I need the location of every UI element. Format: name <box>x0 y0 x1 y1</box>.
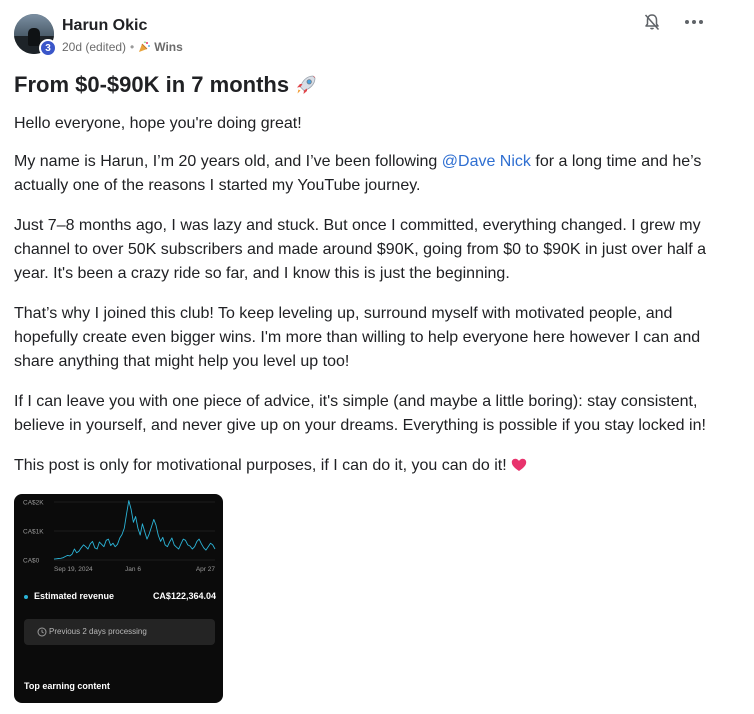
revenue-series-line <box>53 500 216 560</box>
y-tick-label: CA$1K <box>23 529 44 536</box>
post-title-text: From $0-$90K in 7 months <box>14 72 290 97</box>
revenue-value: CA$122,364.04 <box>152 591 216 601</box>
author-name[interactable]: Harun Okic <box>62 17 147 35</box>
x-tick-label: Apr 27 <box>196 566 216 573</box>
paragraph-advice: If I can leave you with one piece of adv… <box>14 393 706 434</box>
paragraph-closing: This post is only for motivational purpo… <box>14 454 726 478</box>
paragraph-club: That’s why I joined this club! To keep l… <box>14 305 701 370</box>
processing-note: Previous 2 days processing <box>49 627 147 636</box>
y-tick-label: CA$2K <box>23 500 44 507</box>
series-dot <box>24 595 28 599</box>
post-header: 3 Harun Okic 20d (edited) • Wins <box>14 14 734 58</box>
more-horizontal-icon[interactable] <box>682 12 706 32</box>
x-tick-label: Jan 6 <box>125 566 141 573</box>
post-title: From $0-$90K in 7 months <box>14 72 319 98</box>
paragraph-closing-text: This post is only for motivational purpo… <box>14 457 507 474</box>
post-card: 3 Harun Okic 20d (edited) • Wins From $0… <box>0 0 754 714</box>
clock-icon <box>37 627 47 637</box>
post-time: 20d (edited) <box>62 40 127 54</box>
revenue-label: Estimated revenue <box>34 591 115 601</box>
image-attachment[interactable]: CA$2K CA$1K CA$0 Sep 19, 2024 Jan 6 Apr 27 Es… <box>14 494 223 703</box>
bell-off-icon[interactable] <box>642 12 662 32</box>
level-badge: 3 <box>39 39 57 57</box>
rocket-icon <box>297 75 316 94</box>
paragraph-story: Just 7–8 months ago, I was lazy and stuc… <box>14 217 706 282</box>
estimated-revenue-row: Estimated revenue CA$122,364.04 <box>24 591 216 605</box>
meta-separator: • <box>130 40 135 54</box>
party-popper-icon <box>139 41 151 52</box>
mention-link[interactable]: @Dave Nick <box>442 153 531 170</box>
post-meta: 20d (edited) • Wins <box>62 40 183 54</box>
x-tick-label: Sep 19, 2024 <box>54 566 93 573</box>
paragraph-intro-start: My name is Harun, I’m 20 years old, and … <box>14 153 442 170</box>
paragraph-intro: My name is Harun, I’m 20 years old, and … <box>14 150 726 198</box>
post-category[interactable]: Wins <box>154 40 183 54</box>
processing-banner: Previous 2 days processing <box>24 619 215 645</box>
paragraph-greeting: Hello everyone, hope you're doing great! <box>14 115 302 132</box>
heart-icon <box>511 458 526 471</box>
y-tick-label: CA$0 <box>23 558 40 565</box>
top-earning-heading: Top earning content <box>24 681 110 691</box>
revenue-chart: CA$2K CA$1K CA$0 Sep 19, 2024 Jan 6 Apr 27 <box>23 500 216 573</box>
